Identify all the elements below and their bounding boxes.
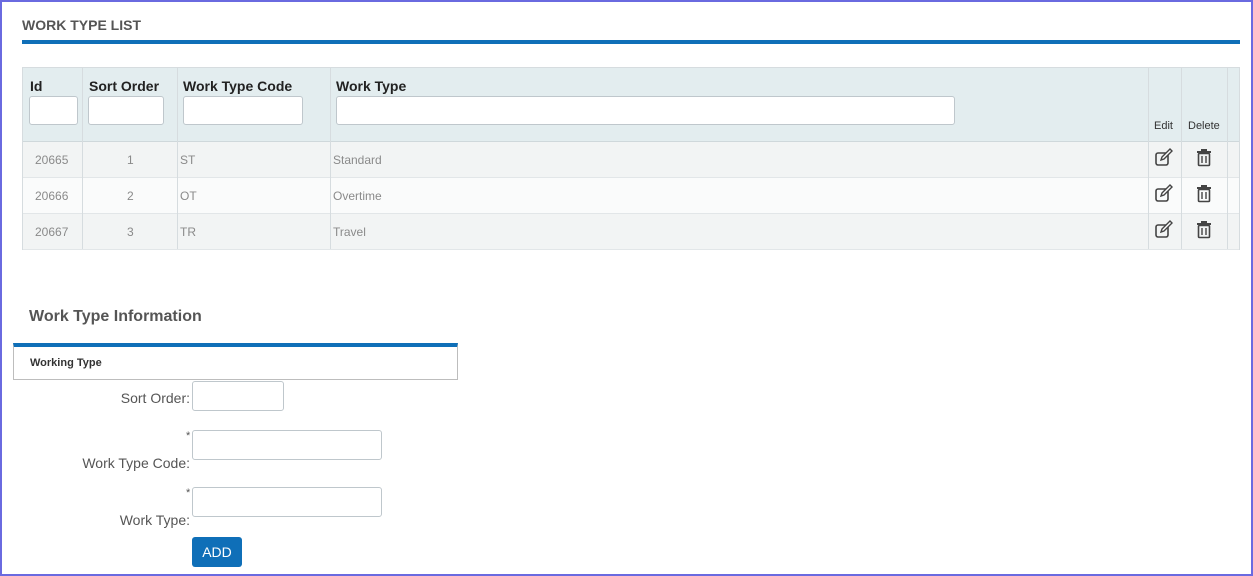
- sort-order-label: Sort Order:: [120, 390, 190, 406]
- section-title: Work Type Information: [29, 308, 202, 325]
- column-header-id[interactable]: Id: [30, 78, 42, 94]
- work-type-code-label: Work Type Code:: [82, 455, 190, 471]
- cell-work-type-code: OT: [180, 189, 197, 203]
- filter-sort-order-input[interactable]: [88, 96, 164, 125]
- column-header-work-type-code[interactable]: Work Type Code: [183, 78, 292, 94]
- filter-work-type-input[interactable]: [336, 96, 955, 125]
- add-button[interactable]: ADD: [192, 537, 242, 567]
- column-divider: [1148, 68, 1149, 249]
- cell-id: 20666: [35, 189, 69, 203]
- title-divider: [22, 40, 1240, 44]
- table-row[interactable]: 20666 2 OT Overtime: [23, 178, 1239, 214]
- cell-id: 20665: [35, 153, 69, 167]
- required-marker: *: [186, 430, 191, 442]
- work-type-code-input[interactable]: [192, 430, 382, 460]
- edit-icon[interactable]: [1154, 148, 1174, 168]
- column-header-delete: Delete: [1188, 120, 1220, 132]
- trash-icon[interactable]: [1194, 220, 1214, 240]
- edit-icon[interactable]: [1154, 220, 1174, 240]
- cell-sort-order: 3: [127, 225, 134, 239]
- column-divider: [177, 68, 178, 249]
- column-divider: [1181, 68, 1182, 249]
- cell-work-type: Travel: [333, 225, 366, 239]
- panel-label: Working Type: [30, 357, 102, 369]
- cell-sort-order: 2: [127, 189, 134, 203]
- column-divider: [1227, 68, 1228, 249]
- working-type-panel: Working Type: [13, 343, 458, 380]
- cell-work-type: Overtime: [333, 189, 382, 203]
- trash-icon[interactable]: [1194, 184, 1214, 204]
- column-header-edit: Edit: [1154, 120, 1173, 132]
- sort-order-input[interactable]: [192, 381, 284, 411]
- table-row[interactable]: 20667 3 TR Travel: [23, 214, 1239, 250]
- work-type-grid: Id Sort Order Work Type Code Work Type E…: [22, 67, 1240, 250]
- filter-id-input[interactable]: [29, 96, 78, 125]
- grid-header: Id Sort Order Work Type Code Work Type E…: [23, 68, 1239, 142]
- required-marker: *: [186, 487, 191, 499]
- filter-work-type-code-input[interactable]: [183, 96, 303, 125]
- trash-icon[interactable]: [1194, 148, 1214, 168]
- work-type-input[interactable]: [192, 487, 382, 517]
- column-header-work-type[interactable]: Work Type: [336, 78, 406, 94]
- edit-icon[interactable]: [1154, 184, 1174, 204]
- cell-sort-order: 1: [127, 153, 134, 167]
- work-type-label: Work Type:: [119, 512, 190, 528]
- table-row[interactable]: 20665 1 ST Standard: [23, 142, 1239, 178]
- cell-work-type-code: ST: [180, 153, 196, 167]
- cell-work-type: Standard: [333, 153, 382, 167]
- column-divider: [330, 68, 331, 249]
- column-header-sort-order[interactable]: Sort Order: [89, 78, 159, 94]
- page-title: WORK TYPE LIST: [22, 17, 141, 33]
- cell-id: 20667: [35, 225, 69, 239]
- cell-work-type-code: TR: [180, 225, 196, 239]
- column-divider: [82, 68, 83, 249]
